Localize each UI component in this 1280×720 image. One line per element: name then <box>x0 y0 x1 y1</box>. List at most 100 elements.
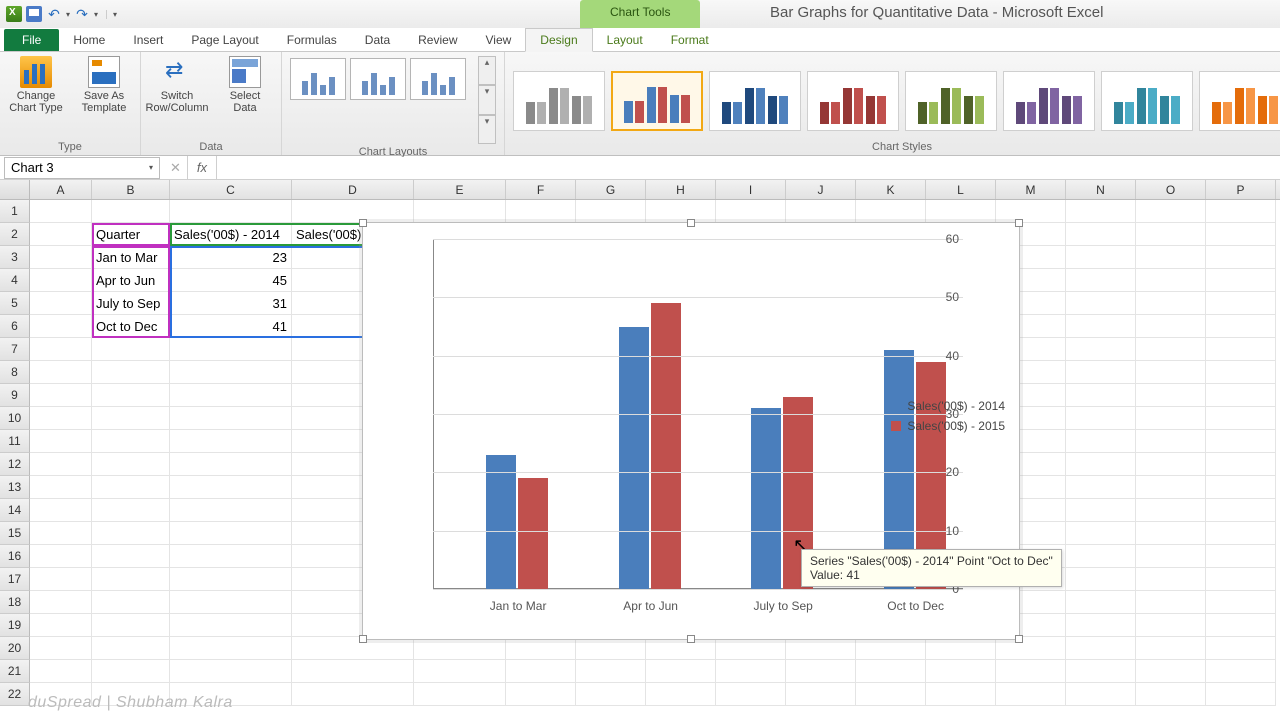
excel-icon[interactable] <box>6 6 22 22</box>
cell[interactable] <box>856 637 926 660</box>
cell[interactable] <box>30 453 92 476</box>
cell[interactable] <box>926 660 996 683</box>
cell[interactable] <box>170 338 292 361</box>
cell[interactable] <box>170 522 292 545</box>
fx-icon[interactable]: fx <box>187 156 217 179</box>
cell[interactable] <box>1136 384 1206 407</box>
cell[interactable] <box>170 407 292 430</box>
cell[interactable] <box>1066 223 1136 246</box>
cell[interactable] <box>1066 292 1136 315</box>
col-header-f[interactable]: F <box>506 180 576 199</box>
col-header-i[interactable]: I <box>716 180 786 199</box>
row-header[interactable]: 18 <box>0 591 30 614</box>
cell[interactable] <box>30 384 92 407</box>
col-header-k[interactable]: K <box>856 180 926 199</box>
name-box-dropdown-icon[interactable]: ▾ <box>149 163 153 172</box>
cancel-icon[interactable]: ✕ <box>164 160 187 176</box>
cell[interactable] <box>170 499 292 522</box>
cell[interactable] <box>92 614 170 637</box>
cell[interactable] <box>1206 246 1276 269</box>
cell[interactable]: Sales('00$) - 2014 <box>170 223 292 246</box>
cell[interactable] <box>1136 338 1206 361</box>
cell[interactable] <box>1206 614 1276 637</box>
cell[interactable] <box>1066 568 1136 591</box>
cell[interactable] <box>1136 269 1206 292</box>
row-header[interactable]: 13 <box>0 476 30 499</box>
cell[interactable] <box>1206 292 1276 315</box>
cell[interactable] <box>292 683 414 706</box>
cell[interactable] <box>1206 476 1276 499</box>
cell[interactable] <box>506 200 576 223</box>
cell[interactable] <box>1066 384 1136 407</box>
cell[interactable] <box>996 637 1066 660</box>
cell[interactable] <box>1136 430 1206 453</box>
cell[interactable] <box>1136 614 1206 637</box>
cell[interactable] <box>30 407 92 430</box>
row-header[interactable]: 17 <box>0 568 30 591</box>
cell[interactable] <box>1136 591 1206 614</box>
redo-icon[interactable]: ↷ <box>74 6 90 22</box>
cell[interactable] <box>170 361 292 384</box>
cell[interactable] <box>646 637 716 660</box>
cell[interactable] <box>1136 453 1206 476</box>
cell[interactable] <box>414 683 506 706</box>
cell[interactable] <box>170 430 292 453</box>
cell[interactable] <box>856 660 926 683</box>
cell[interactable] <box>1206 683 1276 706</box>
cell[interactable] <box>716 637 786 660</box>
cell[interactable] <box>1066 246 1136 269</box>
cell[interactable] <box>716 683 786 706</box>
row-header[interactable]: 5 <box>0 292 30 315</box>
col-header-d[interactable]: D <box>292 180 414 199</box>
row-header[interactable]: 19 <box>0 614 30 637</box>
tab-view[interactable]: View <box>472 29 526 51</box>
row-header[interactable]: 11 <box>0 430 30 453</box>
cell[interactable] <box>1136 545 1206 568</box>
resize-handle-s[interactable] <box>687 635 695 643</box>
cell[interactable] <box>292 200 414 223</box>
cell[interactable] <box>1206 315 1276 338</box>
row-header[interactable]: 21 <box>0 660 30 683</box>
cell[interactable] <box>30 338 92 361</box>
chart-style-1[interactable] <box>513 71 605 131</box>
cell[interactable] <box>292 637 414 660</box>
cell[interactable] <box>170 453 292 476</box>
cell[interactable] <box>926 683 996 706</box>
bar[interactable] <box>486 455 516 589</box>
cell[interactable] <box>786 200 856 223</box>
chart-style-8[interactable] <box>1199 71 1280 131</box>
cell[interactable] <box>92 384 170 407</box>
cell[interactable] <box>1136 361 1206 384</box>
cell[interactable] <box>716 200 786 223</box>
cell[interactable] <box>1136 223 1206 246</box>
cell[interactable] <box>786 683 856 706</box>
cell[interactable] <box>170 660 292 683</box>
cell[interactable] <box>506 660 576 683</box>
col-header-o[interactable]: O <box>1136 180 1206 199</box>
cell[interactable] <box>856 200 926 223</box>
cell[interactable] <box>170 568 292 591</box>
cell[interactable] <box>1206 384 1276 407</box>
cell[interactable] <box>1066 614 1136 637</box>
cell[interactable] <box>170 545 292 568</box>
cell[interactable] <box>856 683 926 706</box>
bar[interactable] <box>751 408 781 589</box>
cell[interactable] <box>1136 683 1206 706</box>
tab-page-layout[interactable]: Page Layout <box>177 29 272 51</box>
cell[interactable] <box>1066 338 1136 361</box>
cell[interactable]: Quarter <box>92 223 170 246</box>
col-header-n[interactable]: N <box>1066 180 1136 199</box>
save-as-template-button[interactable]: Save As Template <box>76 56 132 114</box>
cell[interactable] <box>92 476 170 499</box>
cell[interactable] <box>1136 246 1206 269</box>
tab-format[interactable]: Format <box>657 29 723 51</box>
cell[interactable] <box>576 683 646 706</box>
row-header[interactable]: 20 <box>0 637 30 660</box>
row-header[interactable]: 15 <box>0 522 30 545</box>
cell[interactable] <box>1066 683 1136 706</box>
cell[interactable] <box>1066 361 1136 384</box>
cell[interactable]: Jan to Mar <box>92 246 170 269</box>
row-header[interactable]: 1 <box>0 200 30 223</box>
cell[interactable]: Apr to Jun <box>92 269 170 292</box>
cell[interactable] <box>1136 522 1206 545</box>
